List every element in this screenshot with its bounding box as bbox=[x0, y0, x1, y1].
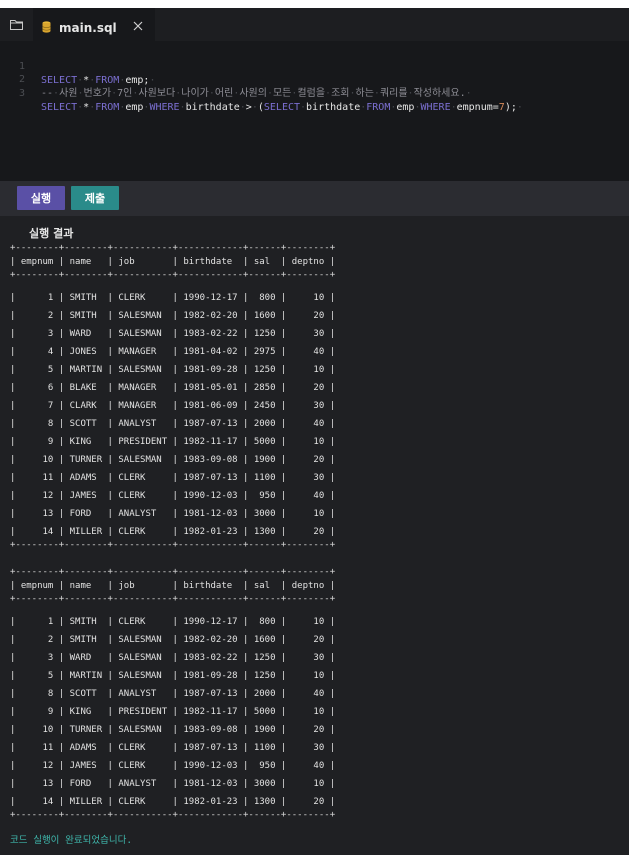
tab-file-name: main.sql bbox=[59, 21, 117, 35]
action-toolbar: 실행 제출 bbox=[0, 181, 629, 216]
table-row: | 10 | TURNER | SALESMAN | 1983-09-08 | … bbox=[10, 725, 336, 735]
line-number: 3 bbox=[19, 88, 26, 99]
result-header: 실행 결과 bbox=[0, 216, 629, 244]
table-header: | empnum | name | job | birthdate | sal … bbox=[10, 257, 336, 267]
code-line: 2 --·사원·번호가·7인·사원보다·나이가·어린·사원의·모든·컬럼을·조회… bbox=[0, 59, 629, 99]
table-border: +--------+--------+-----------+---------… bbox=[10, 270, 336, 280]
table-row: | 10 | TURNER | SALESMAN | 1983-09-08 | … bbox=[10, 455, 336, 465]
table-row: | 2 | SMITH | SALESMAN | 1982-02-20 | 16… bbox=[10, 311, 336, 321]
table-row: | 9 | KING | PRESIDENT | 1982-11-17 | 50… bbox=[10, 437, 336, 447]
table-border: +--------+--------+-----------+---------… bbox=[10, 567, 336, 577]
folder-icon[interactable] bbox=[10, 19, 23, 30]
code-text: SELECT·*·FROM·emp·WHERE·birthdate·>·(SEL… bbox=[41, 102, 523, 113]
table-border: +--------+--------+-----------+---------… bbox=[10, 244, 336, 253]
code-line: 1 SELECT·*·FROM·emp;· bbox=[0, 46, 629, 86]
table-row: | 7 | CLARK | MANAGER | 1981-06-09 | 245… bbox=[10, 401, 336, 411]
table-row: | 8 | SCOTT | ANALYST | 1987-07-13 | 200… bbox=[10, 419, 336, 429]
tab-main-sql[interactable]: main.sql bbox=[33, 8, 155, 43]
table-row: | 8 | SCOTT | ANALYST | 1987-07-13 | 200… bbox=[10, 689, 336, 699]
tab-bar: main.sql bbox=[0, 8, 629, 43]
table-row: | 11 | ADAMS | CLERK | 1987-07-13 | 1100… bbox=[10, 473, 336, 483]
submit-button[interactable]: 제출 bbox=[71, 186, 119, 210]
result-output[interactable]: +--------+--------+-----------+---------… bbox=[0, 244, 629, 855]
table-row: | 1 | SMITH | CLERK | 1990-12-17 | 800 |… bbox=[10, 617, 336, 627]
close-icon[interactable] bbox=[132, 20, 144, 32]
table-row: | 3 | WARD | SALESMAN | 1983-02-22 | 125… bbox=[10, 329, 336, 339]
table-row: | 13 | FORD | ANALYST | 1981-12-03 | 300… bbox=[10, 509, 336, 519]
table-row: | 11 | ADAMS | CLERK | 1987-07-13 | 1100… bbox=[10, 743, 336, 753]
table-row: | 4 | JONES | MANAGER | 1981-04-02 | 297… bbox=[10, 347, 336, 357]
table-row: | 12 | JAMES | CLERK | 1990-12-03 | 950 … bbox=[10, 761, 336, 771]
table-row: | 5 | MARTIN | SALESMAN | 1981-09-28 | 1… bbox=[10, 365, 336, 375]
table-border: +--------+--------+-----------+---------… bbox=[10, 810, 336, 820]
table-row: | 9 | KING | PRESIDENT | 1982-11-17 | 50… bbox=[10, 707, 336, 717]
result-title: 실행 결과 bbox=[29, 227, 74, 240]
table-row: | 14 | MILLER | CLERK | 1982-01-23 | 130… bbox=[10, 797, 336, 807]
table-row: | 5 | MARTIN | SALESMAN | 1981-09-28 | 1… bbox=[10, 671, 336, 681]
table-row: | 14 | MILLER | CLERK | 1982-01-23 | 130… bbox=[10, 527, 336, 537]
code-comment: --·사원·번호가·7인·사원보다·나이가·어린·사원의·모든·컬럼을·조회·하… bbox=[41, 88, 472, 99]
table-row: | 6 | BLAKE | MANAGER | 1981-05-01 | 285… bbox=[10, 383, 336, 393]
table-row: | 12 | JAMES | CLERK | 1990-12-03 | 950 … bbox=[10, 491, 336, 501]
execution-status: 코드 실행이 완료되었습니다. bbox=[10, 835, 133, 846]
table-row: | 2 | SMITH | SALESMAN | 1982-02-20 | 16… bbox=[10, 635, 336, 645]
table-row: | 13 | FORD | ANALYST | 1981-12-03 | 300… bbox=[10, 779, 336, 789]
table-header: | empnum | name | job | birthdate | sal … bbox=[10, 581, 336, 591]
code-line: 3 SELECT·*·FROM·emp·WHERE·birthdate·>·(S… bbox=[0, 73, 629, 113]
table-border: +--------+--------+-----------+---------… bbox=[10, 594, 336, 604]
table-border: +--------+--------+-----------+---------… bbox=[10, 540, 336, 550]
database-icon bbox=[42, 21, 51, 33]
table-row: | 3 | WARD | SALESMAN | 1983-02-22 | 125… bbox=[10, 653, 336, 663]
table-row: | 1 | SMITH | CLERK | 1990-12-17 | 800 |… bbox=[10, 293, 336, 303]
run-button[interactable]: 실행 bbox=[17, 186, 65, 210]
sql-exercise-app: main.sql 1 SELECT·*·FROM·emp;· 2 --·사원·번… bbox=[0, 8, 629, 855]
code-editor[interactable]: 1 SELECT·*·FROM·emp;· 2 --·사원·번호가·7인·사원보… bbox=[0, 41, 629, 181]
